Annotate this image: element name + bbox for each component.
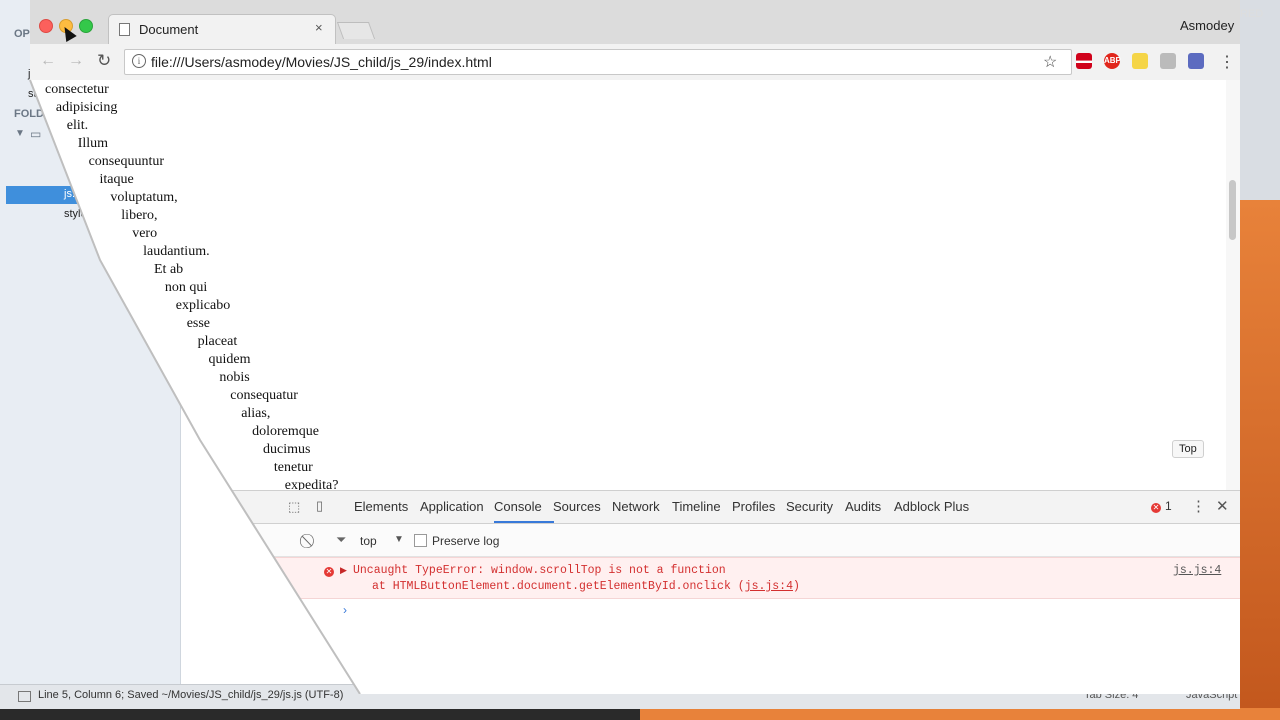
background-window-label: RED bbox=[1240, 8, 1264, 20]
page-word: ducimus bbox=[263, 442, 311, 457]
tab-title: Document bbox=[139, 22, 199, 37]
desktop-bottom bbox=[640, 708, 1280, 720]
expand-triangle-icon[interactable]: ▶ bbox=[340, 565, 347, 576]
tab-security[interactable]: Security bbox=[786, 499, 833, 514]
forward-icon[interactable]: → bbox=[68, 52, 84, 70]
adblock-plus-icon[interactable]: ABP bbox=[1104, 53, 1121, 69]
folder-icon: ▭ bbox=[30, 127, 42, 141]
tab-adblock-plus[interactable]: Adblock Plus bbox=[894, 499, 969, 514]
inspect-element-icon[interactable]: ⬚ bbox=[288, 499, 300, 515]
page-word: consequatur bbox=[230, 388, 298, 403]
tab-close-icon[interactable]: × bbox=[315, 20, 323, 35]
folders-label: FOLD bbox=[14, 108, 44, 120]
reload-icon[interactable]: ↻ bbox=[97, 51, 111, 71]
trace-prefix: at HTMLButtonElement.document.getElement… bbox=[372, 580, 745, 593]
error-stack-trace: at HTMLButtonElement.document.getElement… bbox=[372, 580, 800, 593]
page-word: adipisicing bbox=[55, 100, 118, 115]
window-close-button[interactable] bbox=[39, 19, 53, 33]
status-text: Line 5, Column 6; Saved ~/Movies/JS_chil… bbox=[38, 689, 344, 701]
bookmark-star-icon[interactable]: ☆ bbox=[1043, 52, 1057, 72]
tab-console[interactable]: Console bbox=[494, 499, 542, 514]
context-dropdown-icon[interactable]: ▼ bbox=[394, 534, 404, 545]
page-word: placeat bbox=[197, 334, 238, 349]
tab-application[interactable]: Application bbox=[420, 499, 484, 514]
page-word: doloremque bbox=[252, 424, 319, 439]
devtools-menu-icon[interactable]: ⋮ bbox=[1191, 497, 1206, 515]
context-selector[interactable]: top bbox=[360, 534, 377, 548]
page-word: consectetur bbox=[45, 82, 109, 97]
error-message: Uncaught TypeError: window.scrollTop is … bbox=[353, 564, 726, 577]
error-count-badge[interactable]: ✕ 1 bbox=[1151, 499, 1172, 513]
puzzle-extension-icon[interactable] bbox=[1188, 53, 1204, 69]
page-scrollbar[interactable] bbox=[1226, 80, 1240, 490]
desktop-orange bbox=[1240, 200, 1280, 720]
page-word: nobis bbox=[219, 370, 250, 385]
trace-suffix: ) bbox=[792, 580, 800, 593]
devtools-close-icon[interactable]: ✕ bbox=[1216, 497, 1229, 515]
tab-document[interactable]: Document × bbox=[108, 14, 336, 45]
error-icon: ✕ bbox=[324, 567, 334, 577]
page-word: Et ab bbox=[154, 262, 184, 277]
page-word: quidem bbox=[208, 352, 251, 367]
tab-network[interactable]: Network bbox=[612, 499, 660, 514]
scrollbar-thumb[interactable] bbox=[1229, 180, 1236, 240]
lightbulb-extension-icon[interactable] bbox=[1132, 53, 1148, 69]
browser-menu-icon[interactable]: ⋮ bbox=[1219, 52, 1235, 72]
page-word: alias, bbox=[241, 406, 271, 421]
browser-chrome: Document × Asmodey ← → ↻ i file:///Users… bbox=[30, 0, 1240, 81]
preserve-log-label[interactable]: Preserve log bbox=[432, 534, 499, 548]
page-word: explicabo bbox=[175, 298, 231, 313]
page-icon bbox=[119, 23, 130, 36]
page-word: vero bbox=[132, 226, 158, 241]
tab-bar: Document × Asmodey bbox=[30, 0, 1240, 45]
page-word: esse bbox=[186, 316, 211, 331]
new-tab-button[interactable] bbox=[336, 22, 376, 39]
tab-sources[interactable]: Sources bbox=[553, 499, 601, 514]
tab-audits[interactable]: Audits bbox=[845, 499, 881, 514]
scroll-top-button[interactable]: Top bbox=[1172, 440, 1204, 458]
tab-profiles[interactable]: Profiles bbox=[732, 499, 775, 514]
page-word: non qui bbox=[164, 280, 208, 295]
trace-source-link[interactable]: js.js:4 bbox=[745, 580, 793, 593]
page-word: Illum bbox=[77, 136, 109, 151]
open-files-label: OP bbox=[14, 28, 30, 40]
error-source-link[interactable]: js.js:4 bbox=[1173, 564, 1221, 577]
active-tab-indicator bbox=[494, 521, 554, 523]
window-maximize-button[interactable] bbox=[79, 19, 93, 33]
page-word: libero, bbox=[121, 208, 158, 223]
browser-toolbar: ← → ↻ i file:///Users/asmodey/Movies/JS_… bbox=[30, 44, 1240, 81]
page-word: tenetur bbox=[273, 460, 313, 475]
page-word: laudantium. bbox=[143, 244, 210, 259]
url-text[interactable]: file:///Users/asmodey/Movies/JS_child/js… bbox=[151, 54, 492, 70]
back-icon[interactable]: ← bbox=[40, 52, 56, 70]
filter-icon[interactable]: ⏷ bbox=[336, 532, 346, 548]
device-mode-icon[interactable]: ▯ bbox=[316, 498, 323, 514]
error-icon: ✕ bbox=[1151, 503, 1161, 513]
extension-red-icon[interactable]: ▬▬ bbox=[1076, 53, 1092, 69]
profile-name[interactable]: Asmodey bbox=[1180, 18, 1234, 33]
desktop-bottom-left bbox=[0, 708, 640, 720]
page-word: voluptatum, bbox=[110, 190, 178, 205]
folder-expand-icon[interactable]: ▼ bbox=[15, 128, 25, 139]
page-word: consequuntur bbox=[88, 154, 165, 169]
tab-timeline[interactable]: Timeline bbox=[672, 499, 721, 514]
address-bar[interactable]: i file:///Users/asmodey/Movies/JS_child/… bbox=[124, 49, 1072, 75]
preserve-log-checkbox[interactable] bbox=[414, 534, 427, 547]
camera-extension-icon[interactable] bbox=[1160, 53, 1176, 69]
page-word: elit. bbox=[66, 118, 89, 133]
tab-elements[interactable]: Elements bbox=[354, 499, 408, 514]
info-icon[interactable]: i bbox=[132, 54, 146, 68]
panel-toggle-icon[interactable] bbox=[18, 691, 31, 702]
error-count: 1 bbox=[1165, 499, 1172, 513]
page-word: itaque bbox=[99, 172, 134, 187]
console-prompt[interactable]: › bbox=[343, 603, 347, 617]
